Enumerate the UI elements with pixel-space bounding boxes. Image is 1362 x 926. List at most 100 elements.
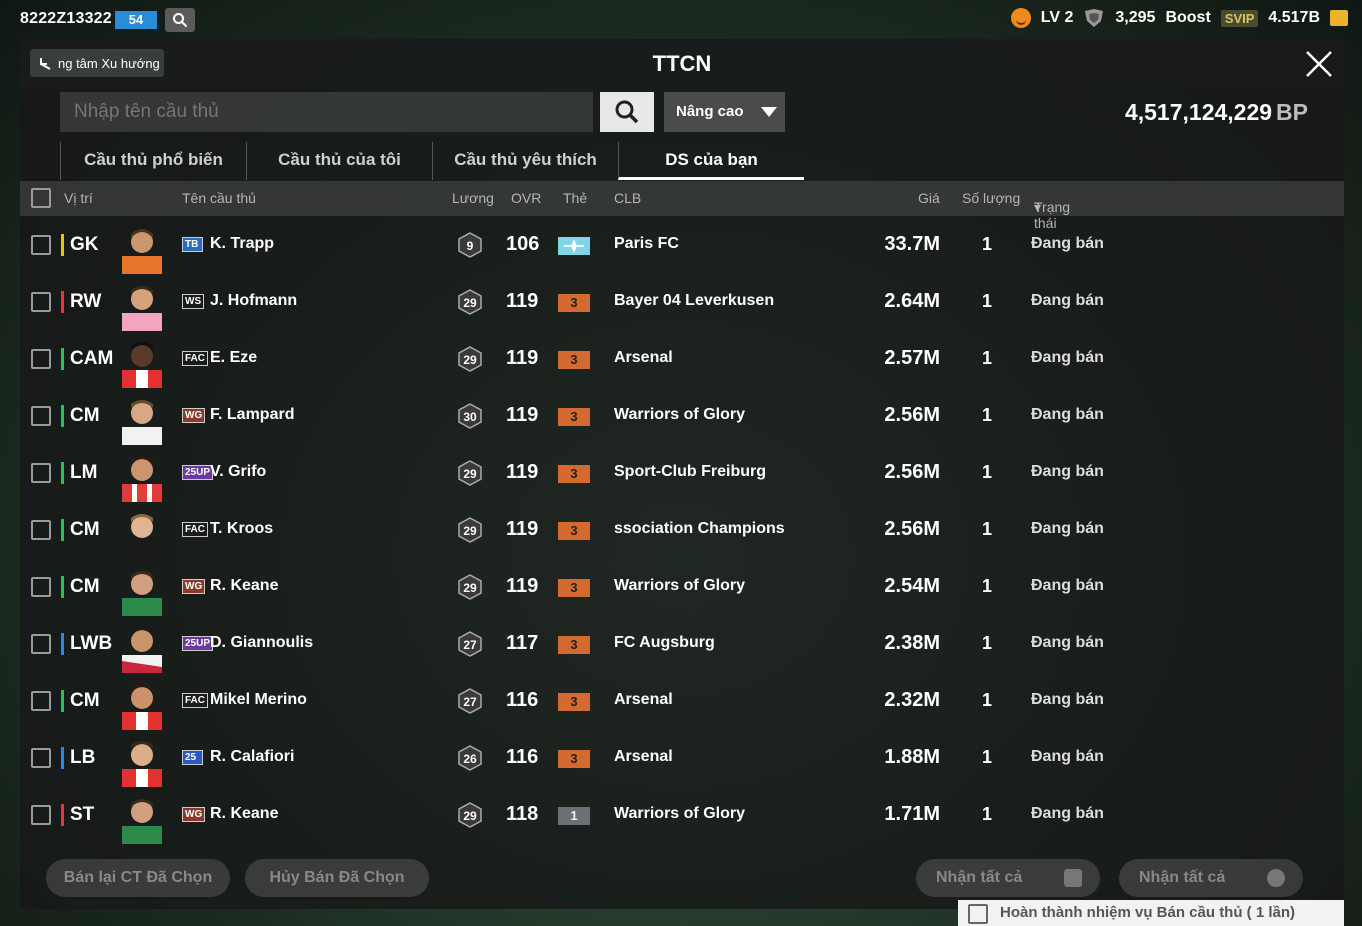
player-ovr: 119 (506, 518, 539, 540)
mission-notice[interactable]: Hoàn thành nhiệm vụ Bán cầu thủ ( 1 lần) (958, 900, 1344, 926)
table-row[interactable]: LB 25 R. Calafiori 26 116 3 Arsenal 1.88… (20, 730, 1344, 787)
player-ovr: 118 (506, 803, 539, 825)
player-price: 2.38M (884, 632, 940, 654)
collect-all-label: Nhận tất cả (936, 869, 1023, 886)
wage-value: 30 (463, 410, 477, 424)
player-price: 2.56M (884, 518, 940, 540)
player-ovr: 119 (506, 575, 539, 597)
wage-value: 29 (463, 524, 477, 538)
player-status: Đang bán (1031, 235, 1104, 252)
player-quantity: 1 (982, 576, 993, 596)
card-grade: 1 (558, 807, 590, 825)
table-row[interactable]: LWB 25UP D. Giannoulis 27 117 3 FC Augsb… (20, 616, 1344, 673)
col-club[interactable]: CLB (614, 190, 641, 206)
row-checkbox[interactable] (31, 349, 51, 369)
player-avatar (122, 229, 162, 274)
row-checkbox[interactable] (31, 235, 51, 255)
player-club: Warriors of Glory (614, 577, 745, 594)
player-quantity: 1 (982, 348, 993, 368)
player-position: CM (61, 519, 100, 541)
player-avatar (122, 684, 162, 730)
player-status: Đang bán (1031, 691, 1104, 708)
card-grade-icon (558, 237, 590, 255)
player-price: 33.7M (884, 233, 940, 255)
advanced-filter-dropdown[interactable]: Nâng cao (664, 92, 785, 132)
player-status: Đang bán (1031, 748, 1104, 765)
row-checkbox[interactable] (31, 634, 51, 654)
player-price: 2.56M (884, 461, 940, 483)
season-badge: FAC (182, 693, 208, 708)
table-row[interactable]: CM WG R. Keane 29 119 3 Warriors of Glor… (20, 559, 1344, 616)
player-position: CM (61, 690, 100, 712)
row-checkbox[interactable] (31, 292, 51, 312)
wage-hexagon-icon: 27 (458, 688, 482, 714)
player-name: Mikel Merino (210, 691, 307, 708)
row-checkbox[interactable] (31, 406, 51, 426)
table-row[interactable]: RW WS J. Hofmann 29 119 3 Bayer 04 Lever… (20, 274, 1344, 331)
bp-coin-icon (1267, 869, 1285, 887)
player-position: RW (61, 291, 101, 313)
col-card[interactable]: Thẻ (563, 190, 587, 206)
season-badge: WG (182, 579, 206, 594)
player-status: Đang bán (1031, 520, 1104, 537)
select-all-checkbox[interactable] (31, 188, 51, 208)
collect-all-bp-button[interactable]: Nhận tất cả (1119, 859, 1303, 897)
row-checkbox[interactable] (31, 691, 51, 711)
svip-badge: SVIP (1220, 9, 1259, 27)
row-checkbox[interactable] (31, 520, 51, 540)
tab-my-players[interactable]: Cầu thủ của tôi (246, 142, 432, 180)
player-ovr: 119 (506, 461, 539, 483)
wage-value: 9 (467, 239, 474, 253)
col-wage[interactable]: Lương (452, 190, 494, 206)
wage-hexagon-icon: 29 (458, 460, 482, 486)
player-quantity: 1 (982, 405, 993, 425)
close-icon[interactable] (1304, 49, 1334, 79)
col-quantity[interactable]: Số lượng (962, 190, 1020, 206)
collect-all-players-button[interactable]: Nhận tất cả (916, 859, 1100, 897)
level-badge: 54 (115, 11, 157, 29)
table-row[interactable]: ST WG R. Keane 29 118 1 Warriors of Glor… (20, 787, 1344, 844)
wage-hexagon-icon: 29 (458, 517, 482, 543)
row-checkbox[interactable] (31, 577, 51, 597)
col-price[interactable]: Giá (918, 190, 940, 206)
player-ovr: 119 (506, 347, 539, 369)
table-row[interactable]: CM FAC Mikel Merino 27 116 3 Arsenal 2.3… (20, 673, 1344, 730)
transfer-panel: ng tâm Xu hướng TTCN Nâng cao 4,517,124,… (20, 39, 1344, 909)
boost-label[interactable]: Boost (1165, 9, 1210, 27)
table-row[interactable]: CM FAC T. Kroos 29 119 3 ssociation Cham… (20, 502, 1344, 559)
col-ovr[interactable]: OVR (511, 190, 541, 206)
player-status: Đang bán (1031, 349, 1104, 366)
tab-popular-players[interactable]: Cầu thủ phổ biến (60, 142, 246, 180)
wage-value: 29 (463, 467, 477, 481)
tab-your-list[interactable]: DS của bạn (618, 142, 804, 180)
player-position: CM (61, 576, 100, 598)
player-search-input[interactable] (60, 92, 593, 132)
search-icon (173, 13, 188, 28)
tab-favorite-players[interactable]: Cầu thủ yêu thích (432, 142, 618, 180)
panel-header: ng tâm Xu hướng TTCN (20, 39, 1344, 89)
shield-icon (1085, 9, 1104, 27)
row-checkbox[interactable] (31, 805, 51, 825)
wage-hexagon-icon: 26 (458, 745, 482, 771)
table-row[interactable]: LM 25UP V. Grifo 29 119 3 Sport-Club Fre… (20, 445, 1344, 502)
row-checkbox[interactable] (31, 748, 51, 768)
mission-text: Hoàn thành nhiệm vụ Bán cầu thủ ( 1 lần) (1000, 904, 1296, 921)
player-status: Đang bán (1031, 805, 1104, 822)
resell-selected-button[interactable]: Bán lại CT Đã Chọn (46, 859, 230, 897)
search-button[interactable] (600, 92, 654, 132)
col-position[interactable]: Vị trí (64, 190, 93, 206)
player-quantity: 1 (982, 747, 993, 767)
sort-down-icon: ▾ (1034, 199, 1042, 215)
table-row[interactable]: CAM FAC E. Eze 29 119 3 Arsenal 2.57M 1 … (20, 331, 1344, 388)
col-name[interactable]: Tên cầu thủ (182, 190, 256, 206)
card-grade: 3 (558, 579, 590, 597)
wage-hexagon-icon: 30 (458, 403, 482, 429)
table-row[interactable]: CM WG F. Lampard 30 119 3 Warriors of Gl… (20, 388, 1344, 445)
row-checkbox[interactable] (31, 463, 51, 483)
player-quantity: 1 (982, 234, 993, 254)
top-search-button[interactable] (165, 8, 195, 32)
cancel-selected-sale-button[interactable]: Hủy Bán Đã Chọn (245, 859, 429, 897)
table-row[interactable]: GK TB K. Trapp 9 106 Paris FC 33.7M 1 Đa… (20, 217, 1344, 274)
advanced-label: Nâng cao (676, 103, 744, 120)
player-avatar (122, 741, 162, 787)
